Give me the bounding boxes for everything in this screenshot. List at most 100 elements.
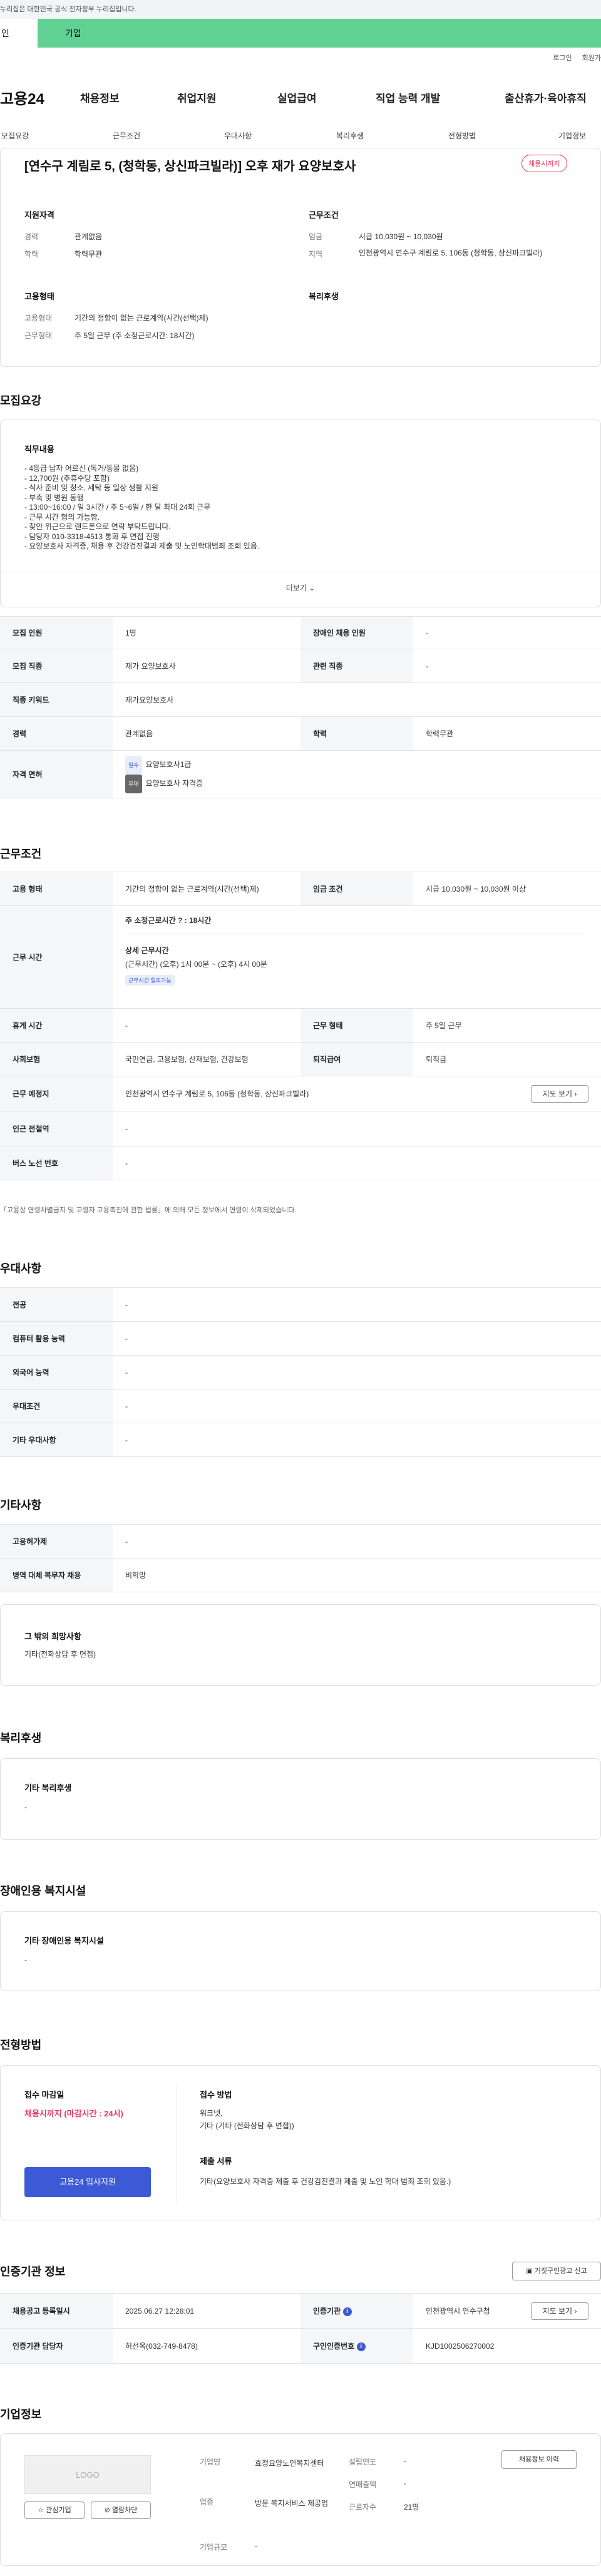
anchor-welfare[interactable]: 복리후생 (336, 130, 364, 141)
cert-org-cell: 인천광역시 연수구청 지도 보기 › (413, 2293, 601, 2329)
block-company-button[interactable]: ⊘ 열람차단 (91, 2501, 151, 2519)
industry-label: 업종 (200, 2498, 214, 2506)
screening-section-title: 전형방법 (0, 2039, 42, 2051)
table-row: 채용공고 등록일시 2025.06.27 12:28:01 인증기관 i 인천광역시 … (0, 2293, 601, 2329)
anchor-preference[interactable]: 우대사항 (224, 130, 252, 141)
join-link[interactable]: 회원가 (582, 54, 601, 62)
table-header: 인증기관 i (300, 2293, 413, 2329)
site-logo[interactable]: 고용24 (0, 86, 44, 108)
negotiable-chip: 근무시간 협의가능 (125, 975, 175, 986)
table-cell: - (113, 1008, 300, 1043)
edu-value: 학력무관 (74, 250, 103, 259)
table-cell: - (413, 649, 601, 683)
table-header: 인근 전철역 (0, 1111, 113, 1146)
nav-item-employment-support[interactable]: 취업지원 (177, 90, 217, 105)
table-cell: KJD1002506270002 (413, 2328, 601, 2364)
info-icon[interactable]: i (356, 2342, 366, 2351)
founded-value: - (404, 2456, 406, 2465)
nav-item-leave[interactable]: 출산휴가·육아휴직 (505, 90, 587, 105)
emptype-label: 고용형태 (24, 314, 53, 322)
login-link[interactable]: 로그인 (553, 54, 572, 62)
preference-table: 전공 - 컴퓨터 활용 능력 - 외국어 능력 - 우대조건 - 기타 우대사항 - (0, 1287, 601, 1457)
recruit-table: 모집 인원 1명 장애인 채용 인원 - 모집 직종 재가 요양보호사 관련 직종 - 직종… (0, 616, 601, 798)
sales-value: - (404, 2479, 406, 2488)
duty-line: - 근무 시간 협의 가능함. (24, 512, 100, 522)
chevron-right-icon: › (574, 1090, 577, 1098)
company-card: LOGO ☆ 관심기업 ⊘ 열람차단 기업명 효정요양노인복지센터 업종 방문 … (0, 2433, 601, 2566)
report-icon: ▣ (526, 2267, 533, 2275)
table-row: 인근 전철역 - (0, 1111, 601, 1146)
more-button[interactable]: 더보기 ⌄ (1, 572, 600, 607)
table-header: 고용허가제 (0, 1524, 113, 1558)
cert-map-button[interactable]: 지도 보기 › (531, 2302, 588, 2320)
duty-line: - 12,700원 (주휴수당 포함) (24, 473, 110, 483)
recruit-section-title: 모집요강 (0, 394, 42, 407)
user-type-tabs: 인 기업 (0, 19, 601, 48)
conditions-table: 고용 형태 기간의 정함이 없는 근로계약(시간(선택)제) 임금 조건 시급 10,… (0, 872, 601, 1180)
table-cell: - (113, 1423, 601, 1457)
map-button[interactable]: 지도 보기 › (531, 1085, 588, 1103)
duty-line: - 요양보호사 자격증, 채용 후 건강검진결과 제출 및 노인학대범죄 조회 … (24, 542, 260, 550)
preferred-chip: 우대 (125, 774, 142, 793)
anchor-recruit[interactable]: 모집요강 (1, 130, 29, 141)
anchor-screening[interactable]: 전형방법 (448, 130, 476, 141)
table-cell: 2025.06.27 12:28:01 (113, 2293, 300, 2329)
duty-card: 직무내용 - 4등급 남자 어르신 (독거/동물 없음) - 12,700원 (… (0, 420, 601, 607)
tab-company[interactable]: 기업 (38, 19, 601, 48)
table-header: 채용공고 등록일시 (0, 2293, 113, 2329)
table-row: 직종 키워드 재가요양보호사 (0, 683, 601, 717)
etc-section-title: 기타사항 (0, 1499, 42, 1512)
founded-label: 설립연도 (349, 2458, 377, 2466)
table-cell: 학력무관 (413, 716, 601, 751)
table-header: 병역 대체 복무자 채용 (0, 1558, 113, 1592)
work-time-cell: 주 소정근로시간 ? : 18시간 상세 근무시간 (근무시간) (오후) 1시… (113, 905, 601, 1009)
cert-section-title: 인증기관 정보 (0, 2265, 66, 2278)
table-row: 전공 - (0, 1287, 601, 1322)
table-cell: 허선옥(032-749-8478) (113, 2328, 300, 2364)
table-row: 병역 대체 복무자 채용 비희망 (0, 1558, 601, 1592)
duty-list: - 4등급 남자 어르신 (독거/동물 없음) - 12,700원 (주휴수당 … (24, 464, 259, 552)
welfare-card: 기타 복리후생 - (0, 1758, 601, 1840)
scale-label: 기업규모 (200, 2543, 228, 2552)
duty-title: 직무내용 (24, 445, 54, 454)
table-header: 자격 면허 (0, 750, 113, 798)
apply-button[interactable]: 고용24 입사지원 (24, 2167, 151, 2197)
anchor-company[interactable]: 기업정보 (558, 130, 586, 141)
table-header: 근무 예정지 (0, 1076, 113, 1111)
map-button-label: 지도 보기 (542, 1090, 573, 1098)
nav-item-unemployment[interactable]: 실업급여 (277, 90, 317, 105)
table-header: 학력 (300, 716, 413, 751)
screening-card: 접수 마감일 채용시까지 (마감시간 : 24시) 고용24 입사지원 접수 방… (0, 2065, 601, 2220)
table-row: 경력 관계없음 학력 학력무관 (0, 716, 601, 751)
job-history-button[interactable]: 채용정보 이력 (501, 2450, 577, 2469)
table-row: 버스 노선 번호 - (0, 1146, 601, 1180)
table-cell: 비희망 (113, 1558, 601, 1592)
more-label: 더보기 (285, 584, 307, 592)
disabled-item-title: 기타 장애인용 복지시설 (24, 1936, 104, 1945)
table-row: 외국어 능력 - (0, 1355, 601, 1389)
table-header: 관련 직종 (300, 649, 413, 683)
table-row: 모집 인원 1명 장애인 채용 인원 - (0, 616, 601, 649)
qualification-title: 지원자격 (24, 210, 54, 220)
anchor-conditions[interactable]: 근무조건 (113, 130, 140, 141)
chevron-down-icon: ⌄ (309, 584, 316, 592)
table-cell: - (113, 1524, 601, 1558)
table-header: 임금 조건 (300, 872, 413, 906)
utility-links: 로그인 회원가 (543, 53, 601, 63)
tab-personal[interactable]: 인 (0, 19, 38, 48)
duty-line: - 4등급 남자 어르신 (독거/동물 없음) (24, 464, 139, 473)
table-header: 구인인증번호 i (300, 2328, 413, 2364)
company-logo: LOGO (24, 2455, 151, 2494)
favorite-company-button[interactable]: ☆ 관심기업 (24, 2501, 85, 2519)
table-header: 우대조건 (0, 1389, 113, 1423)
location-value: 인천광역시 연수구 계림로 5, 106동 (청학동, 상신파크빌라) (125, 1090, 309, 1098)
report-button[interactable]: ▣ 거짓구인광고 신고 (512, 2262, 601, 2280)
table-cell: 시급 10,030원 ~ 10,030원 이상 (413, 872, 601, 906)
table-cell: - (113, 1111, 601, 1146)
duty-line: - 식사 준비 및 청소, 세탁 등 일상 생활 지원 (24, 483, 158, 492)
required-chip: 필수 (125, 755, 142, 775)
info-icon[interactable]: i (342, 2307, 352, 2316)
nav-item-training[interactable]: 직업 능력 개발 (376, 90, 440, 105)
nav-item-jobs[interactable]: 채용정보 (80, 90, 120, 105)
location-cell: 인천광역시 연수구 계림로 5, 106동 (청학동, 상신파크빌라) 지도 보… (113, 1076, 601, 1111)
